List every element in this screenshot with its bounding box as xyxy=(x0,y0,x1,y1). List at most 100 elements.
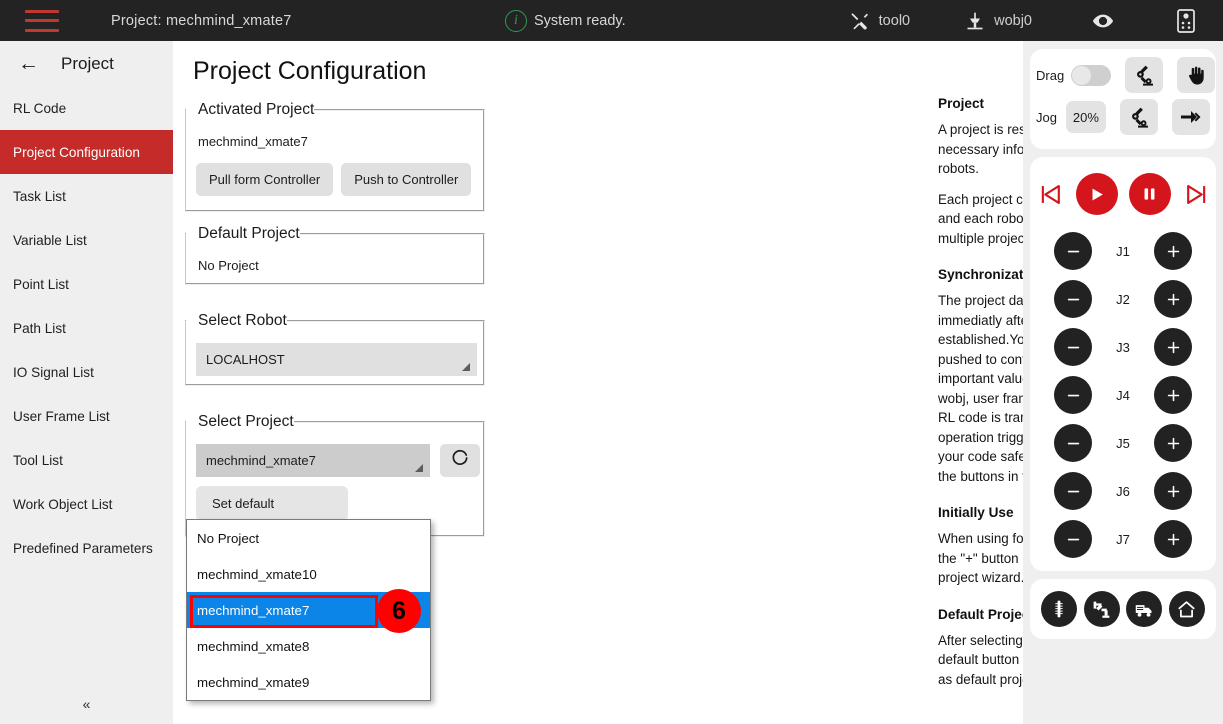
home-button[interactable] xyxy=(1169,591,1205,627)
workobject-label: wobj0 xyxy=(994,13,1032,29)
axis-button[interactable] xyxy=(1041,591,1077,627)
teach-pendant-button[interactable] xyxy=(1175,10,1197,32)
robot-button[interactable] xyxy=(1084,591,1120,627)
activated-project-value: mechmind_xmate7 xyxy=(196,134,483,149)
joint-j5-label: J5 xyxy=(1114,436,1132,451)
push-to-controller-button[interactable]: Push to Controller xyxy=(341,163,471,196)
activated-project-legend: Activated Project xyxy=(186,98,314,122)
joint-j4-plus-button[interactable] xyxy=(1154,376,1192,414)
sidebar-item-task-list[interactable]: Task List xyxy=(0,174,173,218)
select-robot-legend: Select Robot xyxy=(186,309,287,333)
step-forward-button[interactable] xyxy=(1182,181,1209,208)
sidebar-item-work-object-list[interactable]: Work Object List xyxy=(0,482,173,526)
default-project-section: Default Project No Project xyxy=(185,222,485,285)
tool-selector[interactable]: tool0 xyxy=(849,10,910,32)
status-text: System ready. xyxy=(534,13,626,29)
select-project-dropdown[interactable]: mechmind_xmate7 xyxy=(196,444,430,477)
joint-j7-plus-button[interactable] xyxy=(1154,520,1192,558)
default-project-value: No Project xyxy=(196,258,483,273)
sidebar-item-variable-list[interactable]: Variable List xyxy=(0,218,173,262)
joint-j2-label: J2 xyxy=(1114,292,1132,307)
eye-icon xyxy=(1092,10,1114,32)
joint-j5-plus-button[interactable] xyxy=(1154,424,1192,462)
sidebar-item-predefined-parameters[interactable]: Predefined Parameters xyxy=(0,526,173,570)
sidebar-item-rl-code[interactable]: RL Code xyxy=(0,86,173,130)
chevron-down-icon xyxy=(462,363,470,371)
joint-row-j6: J6 xyxy=(1036,467,1210,515)
joint-row-j7: J7 xyxy=(1036,515,1210,563)
workobject-selector[interactable]: wobj0 xyxy=(964,10,1032,32)
joint-j6-plus-button[interactable] xyxy=(1154,472,1192,510)
joint-j7-minus-button[interactable] xyxy=(1054,520,1092,558)
play-button[interactable] xyxy=(1076,173,1118,215)
joint-row-j5: J5 xyxy=(1036,419,1210,467)
top-bar: Project: mechmind_xmate7 i System ready.… xyxy=(0,0,1223,41)
sidebar-item-tool-list[interactable]: Tool List xyxy=(0,438,173,482)
dropdown-option-mechmind-xmate8[interactable]: mechmind_xmate8 xyxy=(187,628,430,664)
sidebar-item-path-list[interactable]: Path List xyxy=(0,306,173,350)
set-default-button[interactable]: Set default xyxy=(196,486,348,521)
sidebar-collapse-button[interactable]: « xyxy=(0,690,173,718)
sidebar-item-point-list[interactable]: Point List xyxy=(0,262,173,306)
select-robot-dropdown[interactable]: LOCALHOST xyxy=(196,343,477,376)
jog-drag-card: Drag xyxy=(1030,49,1216,149)
joint-j6-label: J6 xyxy=(1114,484,1132,499)
agv-button[interactable] xyxy=(1126,591,1162,627)
info-icon: i xyxy=(505,10,527,32)
joint-j4-minus-button[interactable] xyxy=(1054,376,1092,414)
joint-j7-label: J7 xyxy=(1114,532,1132,547)
joint-j3-minus-button[interactable] xyxy=(1054,328,1092,366)
quick-nav-card xyxy=(1030,579,1216,639)
jog-speed-value[interactable]: 20% xyxy=(1066,101,1106,133)
activated-project-section: Activated Project mechmind_xmate7 Pull f… xyxy=(185,98,485,212)
joint-j1-minus-button[interactable] xyxy=(1054,232,1092,270)
jog-joint-mode-button[interactable] xyxy=(1120,99,1158,135)
dropdown-option-no-project[interactable]: No Project xyxy=(187,520,430,556)
drag-toggle[interactable] xyxy=(1071,65,1111,86)
dropdown-option-mechmind-xmate10[interactable]: mechmind_xmate10 xyxy=(187,556,430,592)
pull-from-controller-button[interactable]: Pull form Controller xyxy=(196,163,333,196)
step-back-button[interactable] xyxy=(1038,181,1065,208)
sidebar: ← Project RL Code Project Configuration … xyxy=(0,41,173,724)
select-robot-value: LOCALHOST xyxy=(206,352,285,367)
sidebar-back[interactable]: ← Project xyxy=(0,41,173,86)
joint-row-j1: J1 xyxy=(1036,227,1210,275)
workobject-icon xyxy=(964,10,986,32)
dropdown-option-mechmind-xmate9[interactable]: mechmind_xmate9 xyxy=(187,664,430,700)
joint-j1-plus-button[interactable] xyxy=(1154,232,1192,270)
system-status: i System ready. xyxy=(505,0,626,41)
joint-row-j4: J4 xyxy=(1036,371,1210,419)
hamburger-icon[interactable] xyxy=(25,10,59,32)
drag-row: Drag xyxy=(1036,57,1210,93)
joint-j3-label: J3 xyxy=(1114,340,1132,355)
joint-j3-plus-button[interactable] xyxy=(1154,328,1192,366)
sidebar-item-io-signal-list[interactable]: IO Signal List xyxy=(0,350,173,394)
select-project-value: mechmind_xmate7 xyxy=(206,453,316,468)
transport-controls xyxy=(1036,165,1210,227)
pause-button[interactable] xyxy=(1129,173,1171,215)
sidebar-title: Project xyxy=(61,54,114,74)
arrow-left-icon: ← xyxy=(18,53,39,74)
joint-j2-minus-button[interactable] xyxy=(1054,280,1092,318)
chevron-down-icon xyxy=(415,464,423,472)
default-project-legend: Default Project xyxy=(186,222,300,246)
jog-linear-mode-button[interactable] xyxy=(1172,99,1210,135)
drag-robot-mode-button[interactable] xyxy=(1125,57,1163,93)
joint-j5-minus-button[interactable] xyxy=(1054,424,1092,462)
quick-nav-icons xyxy=(1036,587,1210,631)
chevron-double-left-icon: « xyxy=(83,696,91,712)
refresh-projects-button[interactable] xyxy=(440,444,480,477)
joint-j2-plus-button[interactable] xyxy=(1154,280,1192,318)
teach-pendant-icon xyxy=(1175,10,1197,32)
visibility-toggle[interactable] xyxy=(1092,10,1114,32)
sidebar-item-project-configuration[interactable]: Project Configuration xyxy=(0,130,173,174)
program-control-card: J1 J2 J3 xyxy=(1030,157,1216,571)
joint-j6-minus-button[interactable] xyxy=(1054,472,1092,510)
project-config-form: Activated Project mechmind_xmate7 Pull f… xyxy=(185,98,485,537)
jog-label: Jog xyxy=(1036,110,1059,125)
select-project-section: Select Project mechmind_xmate7 xyxy=(185,410,485,537)
joint-j1-label: J1 xyxy=(1114,244,1132,259)
robot-control-panel: Drag xyxy=(1023,41,1223,724)
hand-mode-button[interactable] xyxy=(1177,57,1215,93)
sidebar-item-user-frame-list[interactable]: User Frame List xyxy=(0,394,173,438)
